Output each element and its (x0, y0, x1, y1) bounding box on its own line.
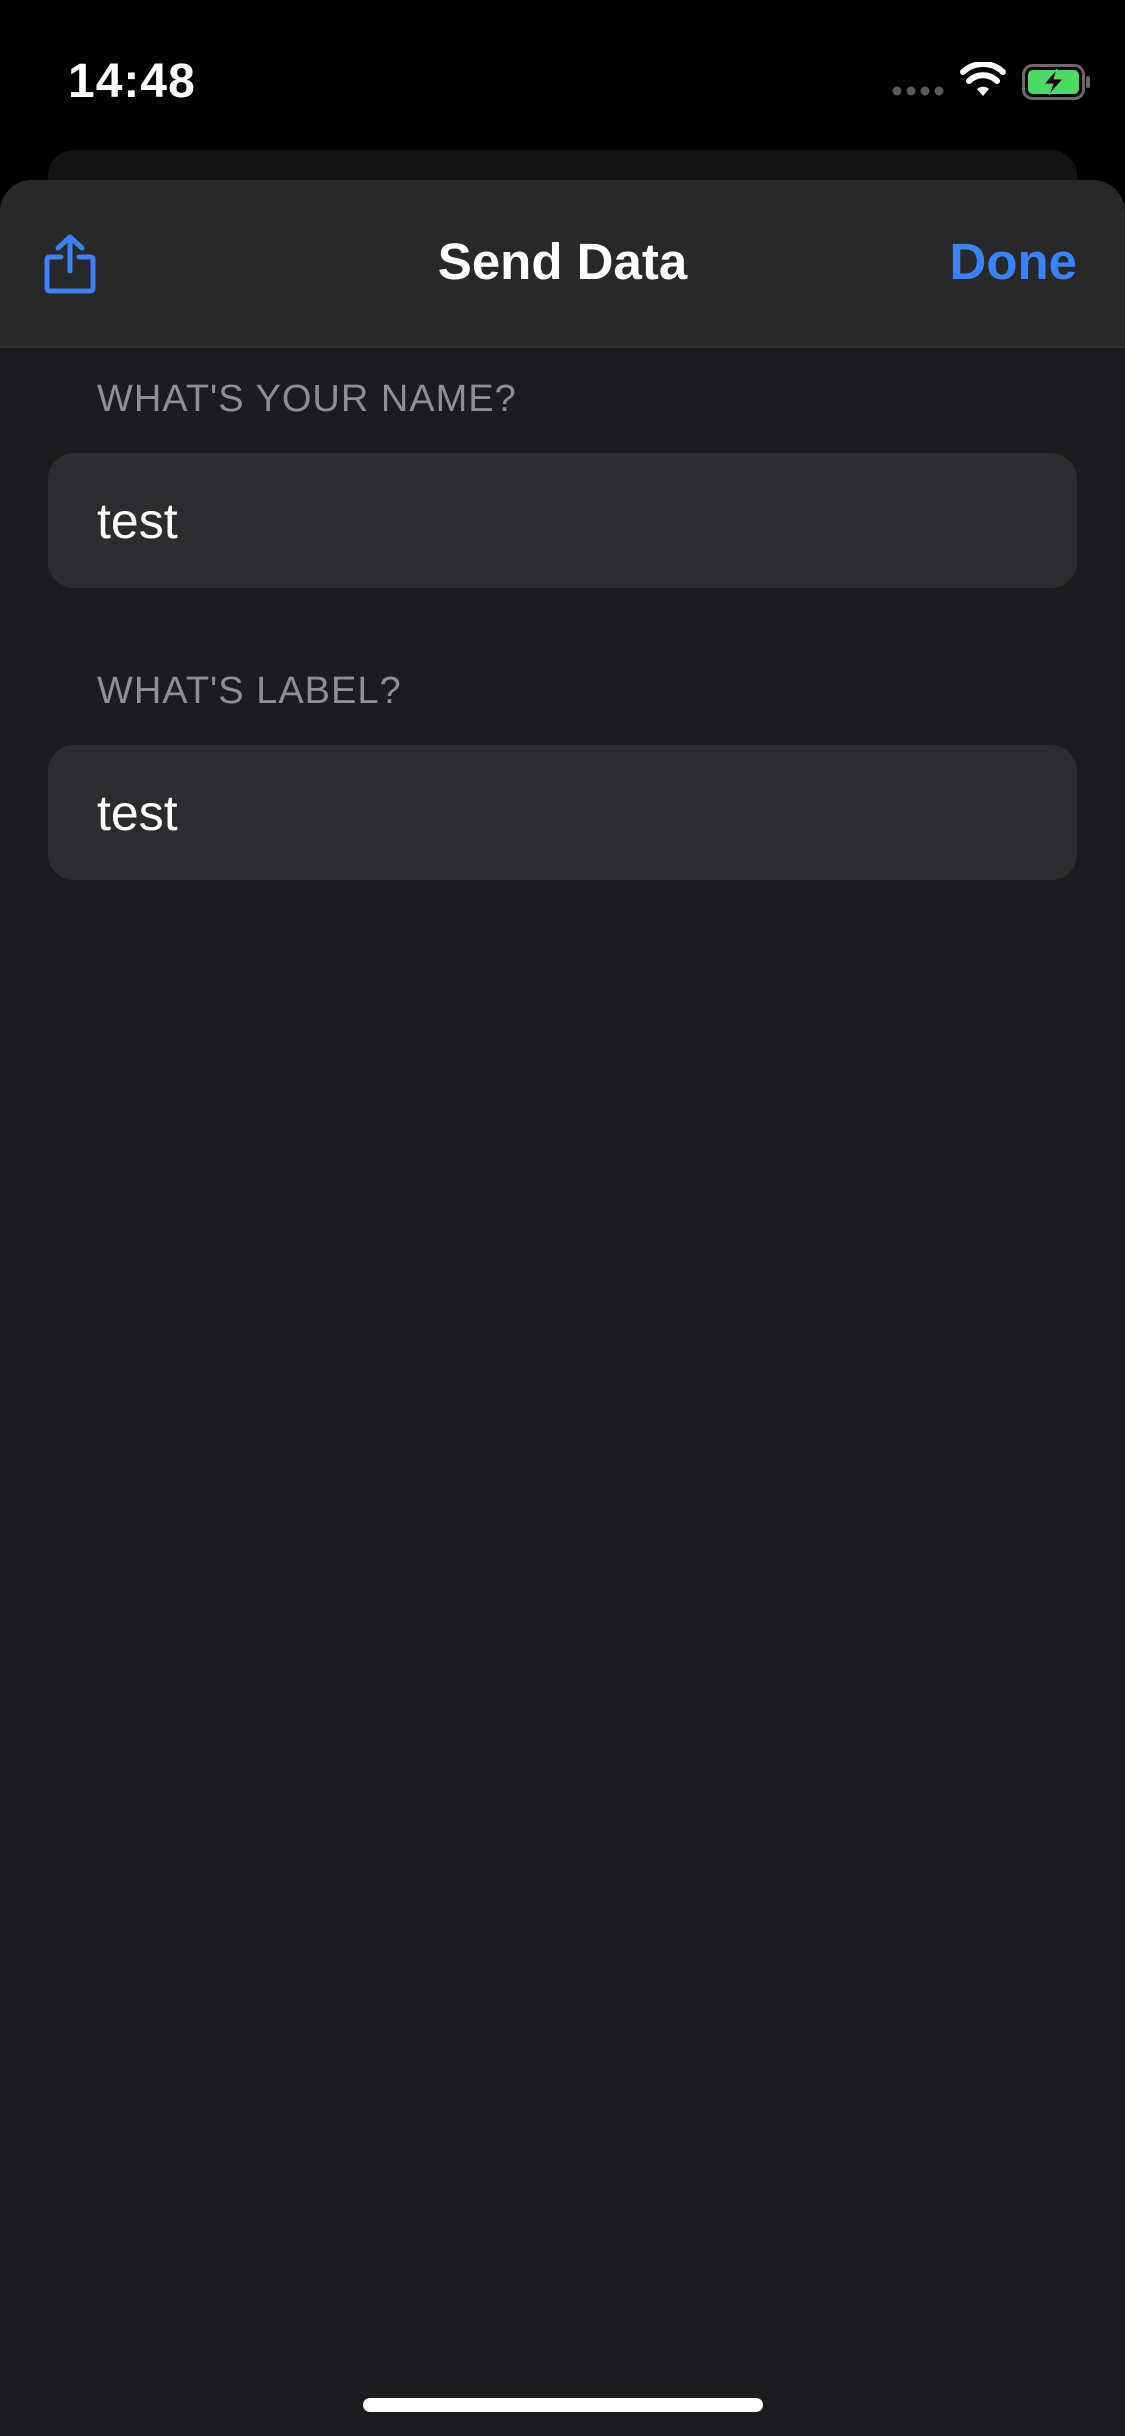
home-indicator[interactable] (363, 2398, 763, 2412)
label-section-header: WHAT'S LABEL? (97, 670, 402, 712)
name-field-container (48, 453, 1077, 588)
status-time: 14:48 (68, 55, 196, 108)
label-input[interactable] (97, 745, 1037, 880)
name-input[interactable] (97, 453, 1037, 588)
label-field-container (48, 745, 1077, 880)
cellular-dots-icon (892, 86, 944, 96)
wifi-icon (960, 62, 1006, 96)
name-section-header: WHAT'S YOUR NAME? (97, 378, 517, 420)
send-data-sheet: Send Data Done WHAT'S YOUR NAME? WHAT'S … (0, 180, 1125, 2436)
done-button[interactable]: Done (950, 232, 1078, 291)
status-bar: 14:48 (0, 0, 1125, 150)
battery-charging-icon (1022, 64, 1090, 100)
navigation-bar: Send Data Done (0, 180, 1125, 348)
